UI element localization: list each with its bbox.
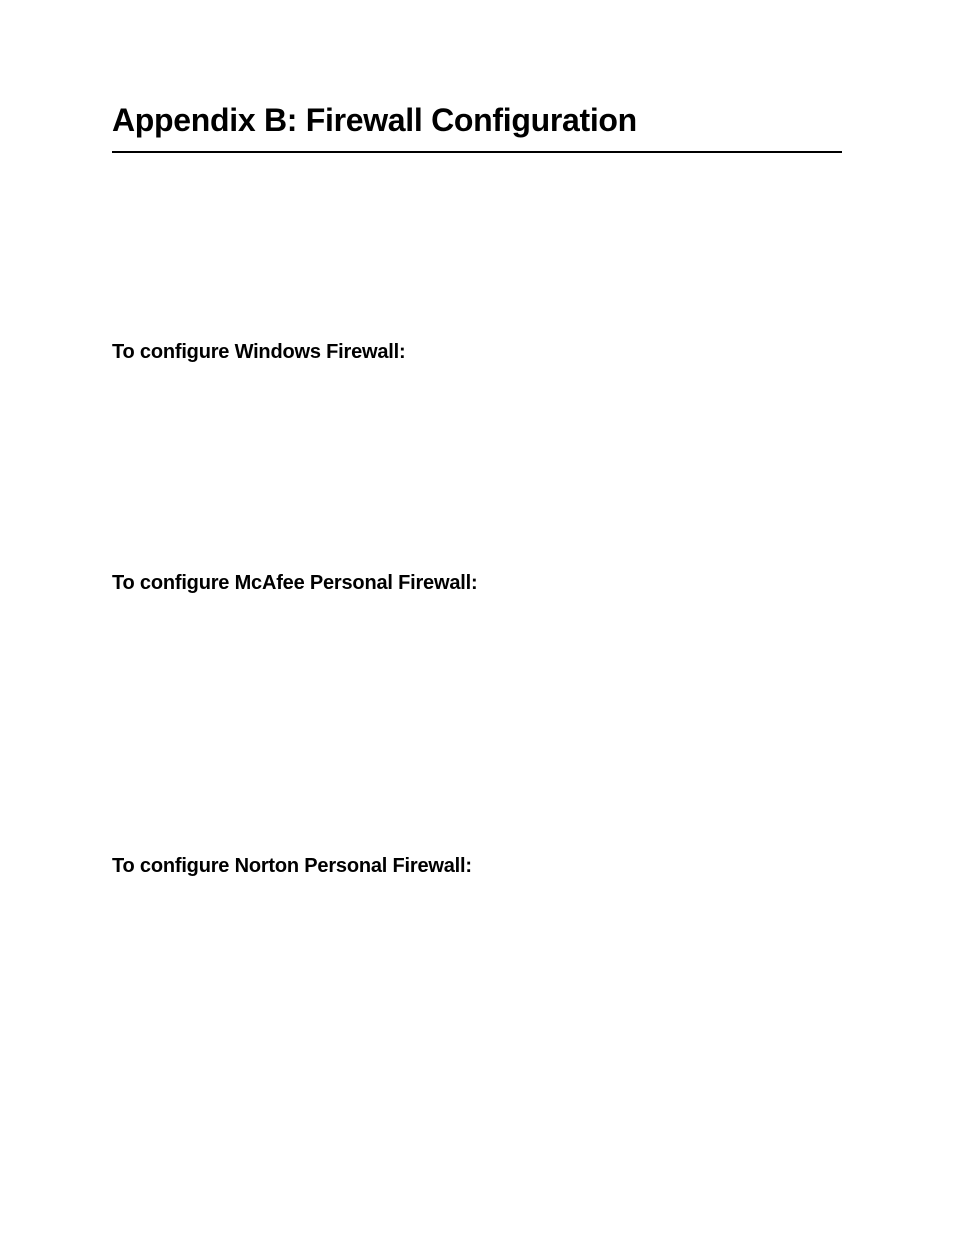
section-heading-mcafee: To configure McAfee Personal Firewall: xyxy=(112,572,842,595)
section-heading-windows: To configure Windows Firewall: xyxy=(112,341,842,364)
page-title: Appendix B: Firewall Configuration xyxy=(112,102,842,153)
section-heading-norton: To configure Norton Personal Firewall: xyxy=(112,855,842,878)
